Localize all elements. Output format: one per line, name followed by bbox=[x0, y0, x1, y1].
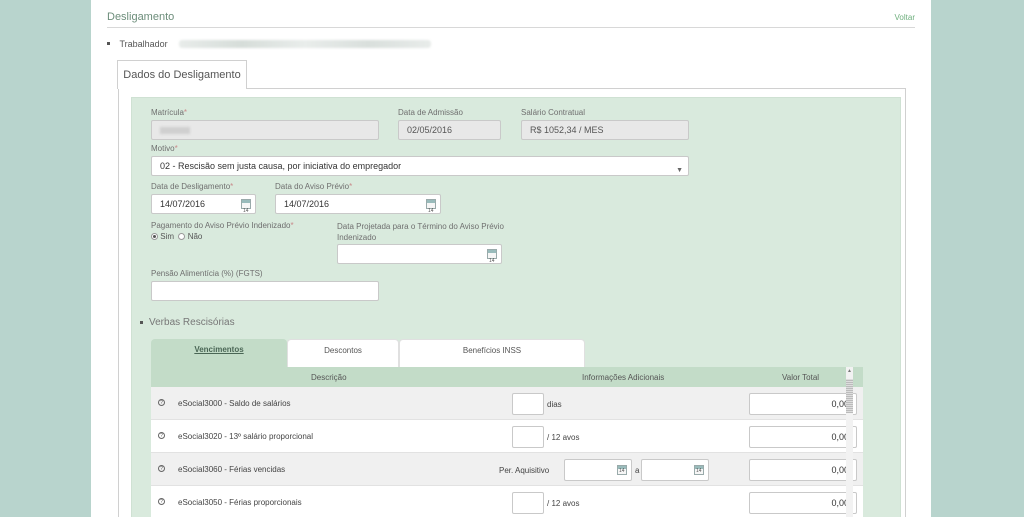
matricula-redacted bbox=[160, 127, 190, 135]
scrollbar-thumb[interactable] bbox=[846, 379, 853, 413]
periodo-label: Per. Aquisitivo bbox=[499, 466, 550, 475]
page-title: Desligamento bbox=[107, 11, 175, 23]
motivo-select[interactable]: 02 - Rescisão sem justa causa, por inici… bbox=[151, 156, 689, 176]
data-aviso-value: 14/07/2016 bbox=[284, 199, 330, 209]
data-desligamento-field[interactable]: 14/07/2016 bbox=[151, 194, 256, 220]
tab-beneficios-inss[interactable]: Benefícios INSS bbox=[399, 339, 585, 367]
col-descricao: Descrição bbox=[311, 373, 347, 382]
table-row: ? eSocial3050 - Férias proporcionais / 1… bbox=[151, 486, 863, 517]
back-link[interactable]: Voltar bbox=[895, 13, 915, 22]
row-unit: / 12 avos bbox=[547, 433, 580, 442]
dias-input[interactable] bbox=[512, 393, 544, 415]
avos-input[interactable] bbox=[512, 426, 544, 448]
col-valor-total: Valor Total bbox=[782, 373, 820, 382]
page-sheet: Desligamento Voltar Trabalhador Dados do… bbox=[91, 0, 931, 517]
matricula-field bbox=[151, 120, 379, 140]
help-icon[interactable]: ? bbox=[158, 498, 165, 505]
data-admissao-label: Data de Admissão bbox=[398, 108, 463, 117]
motivo-value: 02 - Rescisão sem justa causa, por inici… bbox=[160, 161, 402, 171]
motivo-label: Motivo* bbox=[151, 144, 178, 153]
valor-input[interactable]: 0,00 bbox=[749, 459, 857, 481]
help-icon[interactable]: ? bbox=[158, 399, 165, 406]
calendar-icon[interactable] bbox=[241, 199, 251, 220]
valor-input[interactable]: 0,00 bbox=[749, 426, 857, 448]
calendar-icon[interactable] bbox=[487, 249, 497, 270]
worker-row: Trabalhador bbox=[107, 35, 432, 49]
tab-descontos[interactable]: Descontos bbox=[287, 339, 399, 367]
table-row: ? eSocial3020 - 13º salário proporcional… bbox=[151, 420, 863, 453]
help-icon[interactable]: ? bbox=[158, 432, 165, 439]
valor-input[interactable]: 0,00 bbox=[749, 393, 857, 415]
table-header: Descrição Informações Adicionais Valor T… bbox=[151, 367, 863, 387]
form-area: Matrícula* Data de Admissão 02/05/2016 S… bbox=[131, 97, 901, 517]
radio-sim-label: Sim bbox=[160, 232, 175, 241]
valor-input[interactable]: 0,00 bbox=[749, 492, 857, 514]
row-unit: dias bbox=[547, 400, 562, 409]
verbas-tabs: Vencimentos Descontos Benefícios INSS bbox=[151, 339, 585, 367]
page-header: Desligamento Voltar bbox=[107, 10, 915, 28]
radio-sim[interactable] bbox=[151, 233, 158, 241]
scroll-up-icon[interactable]: ▲ bbox=[847, 368, 852, 374]
radio-nao[interactable] bbox=[178, 233, 186, 241]
row-description: eSocial3020 - 13º salário proporcional bbox=[178, 432, 314, 441]
table-row: ? eSocial3060 - Férias vencidas Per. Aqu… bbox=[151, 453, 863, 486]
periodo-sep: a bbox=[635, 466, 640, 475]
data-desligamento-value: 14/07/2016 bbox=[160, 199, 206, 209]
tab-dados-desligamento[interactable]: Dados do Desligamento bbox=[117, 60, 247, 89]
row-description: eSocial3060 - Férias vencidas bbox=[178, 465, 286, 474]
data-aviso-label: Data do Aviso Prévio* bbox=[275, 182, 353, 191]
table-scrollbar[interactable]: ▲ bbox=[846, 367, 853, 517]
bullet-icon bbox=[140, 320, 143, 324]
data-admissao-field: 02/05/2016 bbox=[398, 120, 501, 140]
avos-input[interactable] bbox=[512, 492, 544, 514]
table-row: ? eSocial3000 - Saldo de salários dias 0… bbox=[151, 387, 863, 420]
calendar-icon[interactable] bbox=[694, 465, 704, 475]
bullet-icon bbox=[107, 42, 110, 46]
tab-vencimentos[interactable]: Vencimentos bbox=[151, 339, 287, 367]
verbas-section-title: Verbas Rescisórias bbox=[140, 317, 235, 328]
verbas-table: Descrição Informações Adicionais Valor T… bbox=[151, 367, 863, 517]
data-aviso-field[interactable]: 14/07/2016 bbox=[275, 194, 441, 220]
radio-nao-label: Não bbox=[187, 232, 203, 241]
pagamento-aviso-options: Sim Não bbox=[151, 232, 202, 241]
periodo-fim-input[interactable] bbox=[641, 459, 709, 481]
row-unit: / 12 avos bbox=[547, 499, 580, 508]
pagamento-aviso-label: Pagamento do Aviso Prévio Indenizado* bbox=[151, 221, 294, 230]
salario-field: R$ 1052,34 / MES bbox=[521, 120, 689, 140]
calendar-icon[interactable] bbox=[426, 199, 436, 220]
worker-label: Trabalhador bbox=[119, 38, 168, 49]
row-description: eSocial3050 - Férias proporcionais bbox=[178, 498, 302, 507]
matricula-label: Matrícula* bbox=[151, 108, 188, 117]
help-icon[interactable]: ? bbox=[158, 465, 165, 472]
data-projetada-label: Data Projetada para o Término do Aviso P… bbox=[337, 222, 504, 242]
pensao-label: Pensão Alimentícia (%) (FGTS) bbox=[151, 269, 263, 278]
data-desligamento-label: Data de Desligamento* bbox=[151, 182, 234, 191]
row-description: eSocial3000 - Saldo de salários bbox=[178, 399, 291, 408]
pensao-field[interactable] bbox=[151, 281, 379, 301]
chevron-down-icon: ▼ bbox=[676, 167, 683, 174]
worker-value-redacted bbox=[179, 39, 432, 48]
periodo-inicio-input[interactable] bbox=[564, 459, 632, 481]
salario-label: Salário Contratual bbox=[521, 108, 586, 117]
data-projetada-field[interactable] bbox=[337, 244, 502, 270]
calendar-icon[interactable] bbox=[617, 465, 627, 475]
col-info-adicionais: Informações Adicionais bbox=[582, 373, 665, 382]
